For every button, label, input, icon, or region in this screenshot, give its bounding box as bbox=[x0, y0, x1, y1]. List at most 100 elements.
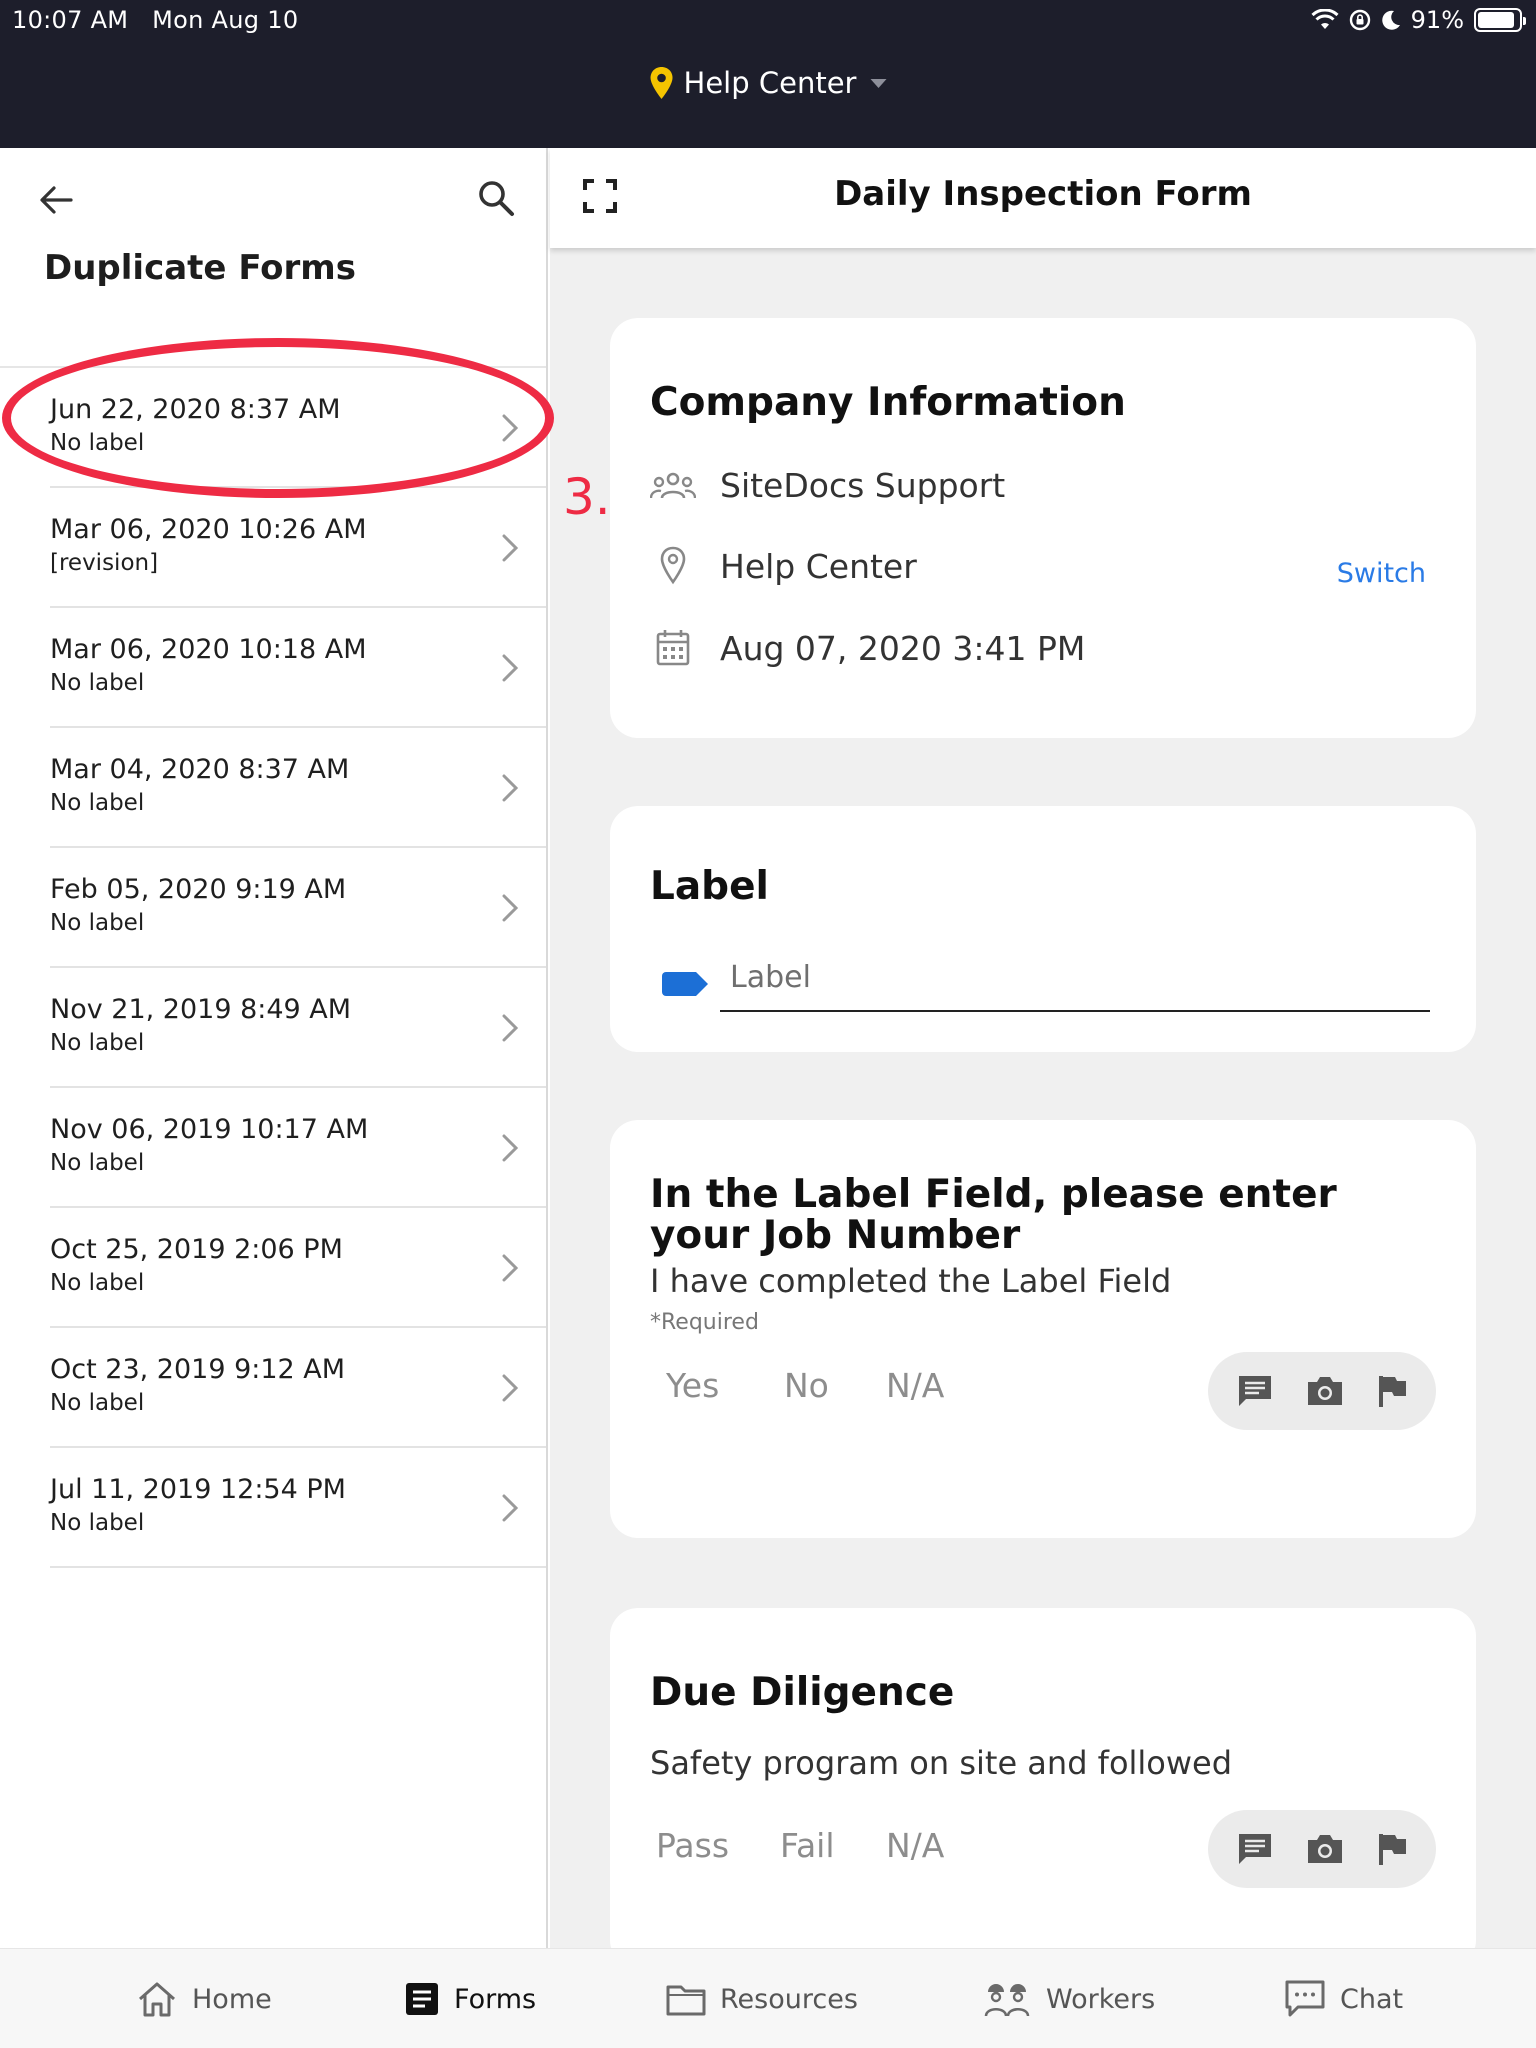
option-pass[interactable]: Pass bbox=[656, 1826, 729, 1865]
list-item-date: Mar 06, 2020 10:26 AM bbox=[50, 514, 367, 545]
list-item-date: Nov 21, 2019 8:49 AM bbox=[50, 994, 352, 1025]
label-card: Label Label bbox=[610, 806, 1476, 1052]
forms-icon bbox=[406, 1983, 438, 2015]
status-date: Mon Aug 10 bbox=[152, 6, 299, 34]
form-datetime: Aug 07, 2020 3:41 PM bbox=[720, 628, 1086, 668]
nav-chat[interactable]: Chat bbox=[1284, 1949, 1403, 2048]
list-item[interactable]: Nov 21, 2019 8:49 AM No label bbox=[50, 968, 546, 1088]
list-item-label: No label bbox=[50, 430, 145, 456]
list-item[interactable]: Feb 05, 2020 9:19 AM No label bbox=[50, 848, 546, 968]
list-item-date: Mar 04, 2020 8:37 AM bbox=[50, 754, 350, 785]
duplicate-forms-list: Jun 22, 2020 8:37 AM No label Mar 06, 20… bbox=[0, 366, 546, 1568]
flag-icon[interactable] bbox=[1376, 1374, 1408, 1408]
chevron-right-icon bbox=[502, 534, 519, 562]
battery-percentage: 91% bbox=[1410, 6, 1464, 34]
calendar-icon bbox=[656, 630, 690, 666]
chevron-right-icon bbox=[502, 1494, 519, 1522]
organization-row: SiteDocs Support bbox=[650, 466, 1005, 505]
list-item[interactable]: Mar 06, 2020 10:26 AM [revision] bbox=[50, 488, 546, 608]
comment-icon[interactable] bbox=[1236, 1373, 1274, 1409]
search-icon[interactable] bbox=[476, 178, 516, 218]
required-note: *Required bbox=[650, 1310, 759, 1335]
status-indicators: 91% bbox=[1311, 6, 1526, 34]
nav-resources[interactable]: Resources bbox=[666, 1949, 858, 2048]
list-item-date: Feb 05, 2020 9:19 AM bbox=[50, 874, 347, 905]
chevron-right-icon bbox=[502, 1134, 519, 1162]
panel-title: Duplicate Forms bbox=[44, 248, 356, 288]
camera-icon[interactable] bbox=[1305, 1832, 1345, 1866]
switch-location-link[interactable]: Switch bbox=[1337, 558, 1426, 589]
list-item[interactable]: Mar 04, 2020 8:37 AM No label bbox=[50, 728, 546, 848]
location-name: Help Center bbox=[683, 66, 857, 100]
tag-icon bbox=[662, 972, 708, 996]
question-subtitle: I have completed the Label Field bbox=[650, 1262, 1172, 1300]
annotation-number: 3. bbox=[563, 468, 611, 526]
comment-icon[interactable] bbox=[1236, 1831, 1274, 1867]
list-item[interactable]: Jul 11, 2019 12:54 PM No label bbox=[50, 1448, 546, 1568]
list-item[interactable]: Oct 23, 2019 9:12 AM No label bbox=[50, 1328, 546, 1448]
option-na[interactable]: N/A bbox=[886, 1366, 944, 1405]
list-item-label: No label bbox=[50, 1270, 145, 1296]
chevron-right-icon bbox=[502, 1014, 519, 1042]
list-item-date: Oct 23, 2019 9:12 AM bbox=[50, 1354, 346, 1385]
nav-workers[interactable]: Workers bbox=[982, 1949, 1155, 2048]
list-item-date: Oct 25, 2019 2:06 PM bbox=[50, 1234, 343, 1265]
list-item-date: Jun 22, 2020 8:37 AM bbox=[50, 394, 341, 425]
duplicate-forms-panel: Duplicate Forms Jun 22, 2020 8:37 AM No … bbox=[0, 148, 548, 1948]
list-item[interactable]: Mar 06, 2020 10:18 AM No label bbox=[50, 608, 546, 728]
nav-workers-label: Workers bbox=[1046, 1983, 1156, 2015]
nav-home-label: Home bbox=[192, 1983, 272, 2015]
back-arrow-icon[interactable] bbox=[38, 184, 74, 216]
company-information-card: Company Information SiteDocs Support Hel… bbox=[610, 318, 1476, 738]
nav-resources-label: Resources bbox=[720, 1983, 858, 2015]
list-item-label: No label bbox=[50, 910, 145, 936]
list-item[interactable]: Jun 22, 2020 8:37 AM No label bbox=[50, 368, 546, 488]
chevron-right-icon bbox=[502, 654, 519, 682]
list-item-label: No label bbox=[50, 670, 145, 696]
flag-icon[interactable] bbox=[1376, 1832, 1408, 1866]
battery-fill bbox=[1478, 12, 1514, 28]
option-yes[interactable]: Yes bbox=[666, 1366, 719, 1405]
location-row: Help Center bbox=[650, 546, 917, 586]
home-icon bbox=[139, 1982, 175, 2017]
company-information-heading: Company Information bbox=[650, 380, 1126, 425]
chevron-down-icon bbox=[870, 78, 887, 88]
chevron-right-icon bbox=[502, 774, 519, 802]
list-item-date: Jul 11, 2019 12:54 PM bbox=[50, 1474, 346, 1505]
location-pin-icon bbox=[660, 546, 686, 585]
nav-forms[interactable]: Forms bbox=[404, 1949, 536, 2048]
list-item-label: No label bbox=[50, 1150, 145, 1176]
organization-name: SiteDocs Support bbox=[720, 466, 1006, 505]
list-item-label: No label bbox=[50, 1030, 145, 1056]
option-na[interactable]: N/A bbox=[886, 1826, 944, 1865]
form-title: Daily Inspection Form bbox=[834, 174, 1252, 214]
nav-chat-label: Chat bbox=[1340, 1983, 1404, 2015]
status-time: 10:07 AM bbox=[12, 6, 129, 34]
label-input-underline bbox=[720, 1010, 1430, 1012]
chevron-right-icon bbox=[502, 1374, 519, 1402]
due-diligence-card: Due Diligence Safety program on site and… bbox=[610, 1608, 1476, 1968]
option-no[interactable]: No bbox=[784, 1366, 829, 1405]
option-fail[interactable]: Fail bbox=[780, 1826, 835, 1865]
list-item-label: No label bbox=[50, 790, 145, 816]
camera-icon[interactable] bbox=[1305, 1374, 1345, 1408]
question-title: In the Label Field, please enter your Jo… bbox=[650, 1172, 1337, 1258]
chat-icon bbox=[1285, 1980, 1325, 2017]
nav-home[interactable]: Home bbox=[136, 1949, 272, 2048]
label-heading: Label bbox=[650, 864, 769, 909]
location-selector[interactable]: Help Center bbox=[650, 66, 887, 100]
list-item-label: No label bbox=[50, 1390, 145, 1416]
location-name: Help Center bbox=[720, 546, 917, 586]
rotation-lock-icon bbox=[1349, 9, 1370, 31]
status-time-date: 10:07 AM Mon Aug 10 bbox=[12, 6, 298, 34]
list-item-date: Nov 06, 2019 10:17 AM bbox=[50, 1114, 369, 1145]
chevron-right-icon bbox=[502, 894, 519, 922]
battery-icon bbox=[1474, 8, 1526, 32]
question-subtitle: Safety program on site and followed bbox=[650, 1744, 1233, 1782]
list-item[interactable]: Oct 25, 2019 2:06 PM No label bbox=[50, 1208, 546, 1328]
chevron-right-icon bbox=[502, 1254, 519, 1282]
label-input[interactable]: Label bbox=[730, 960, 811, 995]
nav-forms-label: Forms bbox=[454, 1983, 537, 2015]
list-item-label: [revision] bbox=[50, 550, 159, 576]
list-item[interactable]: Nov 06, 2019 10:17 AM No label bbox=[50, 1088, 546, 1208]
